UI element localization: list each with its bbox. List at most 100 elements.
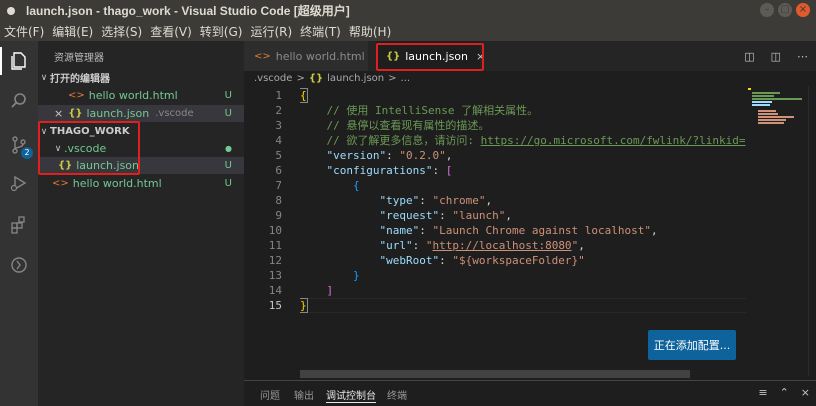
open-editors-header[interactable]: ∨ 打开的编辑器 (38, 69, 244, 86)
breadcrumb-folder[interactable]: .vscode (254, 73, 292, 84)
tab-terminal[interactable]: 终端 (387, 387, 407, 402)
open-changes-icon[interactable]: ◫ (744, 50, 754, 63)
open-editor-name: launch.json (86, 107, 150, 120)
file-item[interactable]: <> hello world.html U (38, 175, 244, 192)
line-number: 9 (275, 209, 282, 222)
tab-label: launch.json (405, 49, 468, 63)
line-number-current: 15 (268, 299, 282, 312)
panel-actions: ≡ ⌃ × (758, 386, 810, 399)
tab-debug-console[interactable]: 调试控制台 (326, 387, 376, 403)
json-key: "version" (326, 149, 387, 162)
workspace-label: THAGO_WORK (50, 126, 130, 137)
html-file-icon: <> (254, 50, 271, 62)
remote-icon[interactable] (0, 247, 38, 283)
json-value: "Launch Chrome against localhost" (432, 224, 652, 237)
json-url-value[interactable]: http://localhost:8080 (432, 239, 571, 252)
menu-go[interactable]: 转到(G) (200, 23, 243, 40)
line-number: 4 (275, 134, 282, 147)
code-line: // 欲了解更多信息，请访问: https://go.microsoft.com… (300, 133, 746, 148)
minimap[interactable] (748, 86, 808, 166)
breadcrumb-file[interactable]: launch.json (327, 73, 384, 84)
open-editor-item[interactable]: × {} launch.json .vscode U (38, 105, 244, 122)
tab-hello-world[interactable]: <> hello world.html (244, 41, 368, 71)
git-status: ● (225, 144, 232, 153)
json-key: "name" (379, 224, 420, 237)
extensions-icon[interactable] (0, 207, 38, 243)
json-file-icon: {} (58, 160, 73, 171)
maximize-button[interactable]: □ (778, 3, 792, 17)
file-name: hello world.html (72, 177, 162, 190)
adding-config-notification[interactable]: 正在添加配置... (648, 330, 736, 360)
html-file-icon: <> (52, 178, 69, 189)
code-line: "type": "chrome", (379, 194, 493, 207)
code-content: { // 使用 IntelliSense 了解相关属性。 // 悬停以查看现有属… (300, 88, 746, 313)
tab-label: hello world.html (275, 49, 365, 63)
menu-edit[interactable]: 编辑(E) (52, 23, 93, 40)
open-editor-name: hello world.html (88, 89, 178, 102)
chevron-down-icon: ∨ (54, 143, 62, 154)
close-icon[interactable]: × (54, 107, 63, 120)
line-numbers: 1 2 3 4 5 6 7 8 9 10 11 12 13 14 15 (244, 88, 284, 313)
menu-bar: 文件(F) 编辑(E) 选择(S) 查看(V) 转到(G) 运行(R) 终端(T… (0, 21, 816, 41)
tab-problems[interactable]: 问题 (260, 387, 280, 402)
menu-file[interactable]: 文件(F) (4, 23, 44, 40)
code-line: "name": "Launch Chrome against localhost… (379, 224, 658, 237)
filter-icon[interactable]: ≡ (758, 386, 767, 399)
open-editor-path: .vscode (155, 108, 194, 119)
editor-actions: ◫ ◫ ⋯ (744, 41, 808, 71)
code-line: "url": "http://localhost:8080", (379, 239, 585, 252)
search-icon[interactable] (0, 83, 38, 119)
breadcrumb: .vscode > {} launch.json > ... (244, 71, 816, 86)
menu-terminal[interactable]: 终端(T) (300, 23, 341, 40)
json-key: "type" (379, 194, 420, 207)
code-line: } (352, 269, 360, 282)
git-status: U (224, 160, 232, 171)
line-number: 2 (275, 104, 282, 117)
chevron-down-icon: ∨ (40, 126, 48, 137)
menu-help[interactable]: 帮助(H) (349, 23, 391, 40)
minimize-button[interactable]: – (760, 3, 774, 17)
code-line: ] (326, 284, 334, 297)
close-icon[interactable]: × (476, 50, 485, 63)
folder-name: .vscode (64, 142, 107, 155)
json-file-icon: {} (308, 73, 324, 84)
vertical-scrollbar[interactable] (808, 86, 816, 376)
split-editor-icon[interactable]: ◫ (771, 50, 781, 63)
close-panel-icon[interactable]: × (801, 386, 810, 399)
window-menu-icon[interactable] (7, 6, 15, 15)
more-actions-icon[interactable]: ⋯ (797, 50, 808, 63)
json-key: "configurations" (326, 164, 433, 177)
open-editor-item[interactable]: <> hello world.html U (38, 87, 244, 104)
explorer-sidebar: 资源管理器 ∨ 打开的编辑器 <> hello world.html U × {… (38, 41, 244, 406)
file-item[interactable]: {} launch.json U (38, 157, 244, 174)
window-controls: – □ × (760, 3, 810, 17)
code-line: } (300, 298, 308, 313)
json-value: "chrome" (432, 194, 486, 207)
json-value: "${workspaceFolder}" (452, 254, 585, 267)
line-number: 8 (275, 194, 282, 207)
tab-output[interactable]: 输出 (294, 387, 314, 402)
horizontal-scrollbar[interactable] (300, 370, 690, 378)
tab-launch-json[interactable]: {} launch.json × (376, 41, 485, 71)
folder-item[interactable]: ∨ .vscode ● (38, 140, 244, 157)
maximize-panel-icon[interactable]: ⌃ (780, 386, 789, 399)
menu-view[interactable]: 查看(V) (150, 23, 192, 40)
breadcrumb-symbol[interactable]: ... (401, 73, 411, 84)
line-number: 11 (268, 239, 282, 252)
editor-tabs: <> hello world.html {} launch.json × ◫ ◫… (244, 41, 816, 71)
scm-badge: 2 (21, 147, 33, 159)
workspace-header[interactable]: ∨ THAGO_WORK (38, 123, 244, 140)
json-key: "request" (379, 209, 440, 222)
explorer-icon[interactable] (0, 43, 38, 79)
source-control-icon[interactable]: 2 (0, 127, 38, 163)
comment: // 使用 IntelliSense 了解相关属性。 (326, 104, 539, 117)
code-line: { (352, 179, 360, 192)
close-button[interactable]: × (796, 3, 810, 17)
doc-link[interactable]: https://go.microsoft.com/fwlink/?linkid= (481, 134, 746, 147)
menu-run[interactable]: 运行(R) (250, 23, 292, 40)
chevron-right-icon: > (388, 73, 397, 84)
run-debug-icon[interactable] (0, 165, 38, 201)
json-file-icon: {} (68, 108, 83, 119)
menu-selection[interactable]: 选择(S) (101, 23, 142, 40)
chevron-down-icon: ∨ (40, 72, 48, 83)
